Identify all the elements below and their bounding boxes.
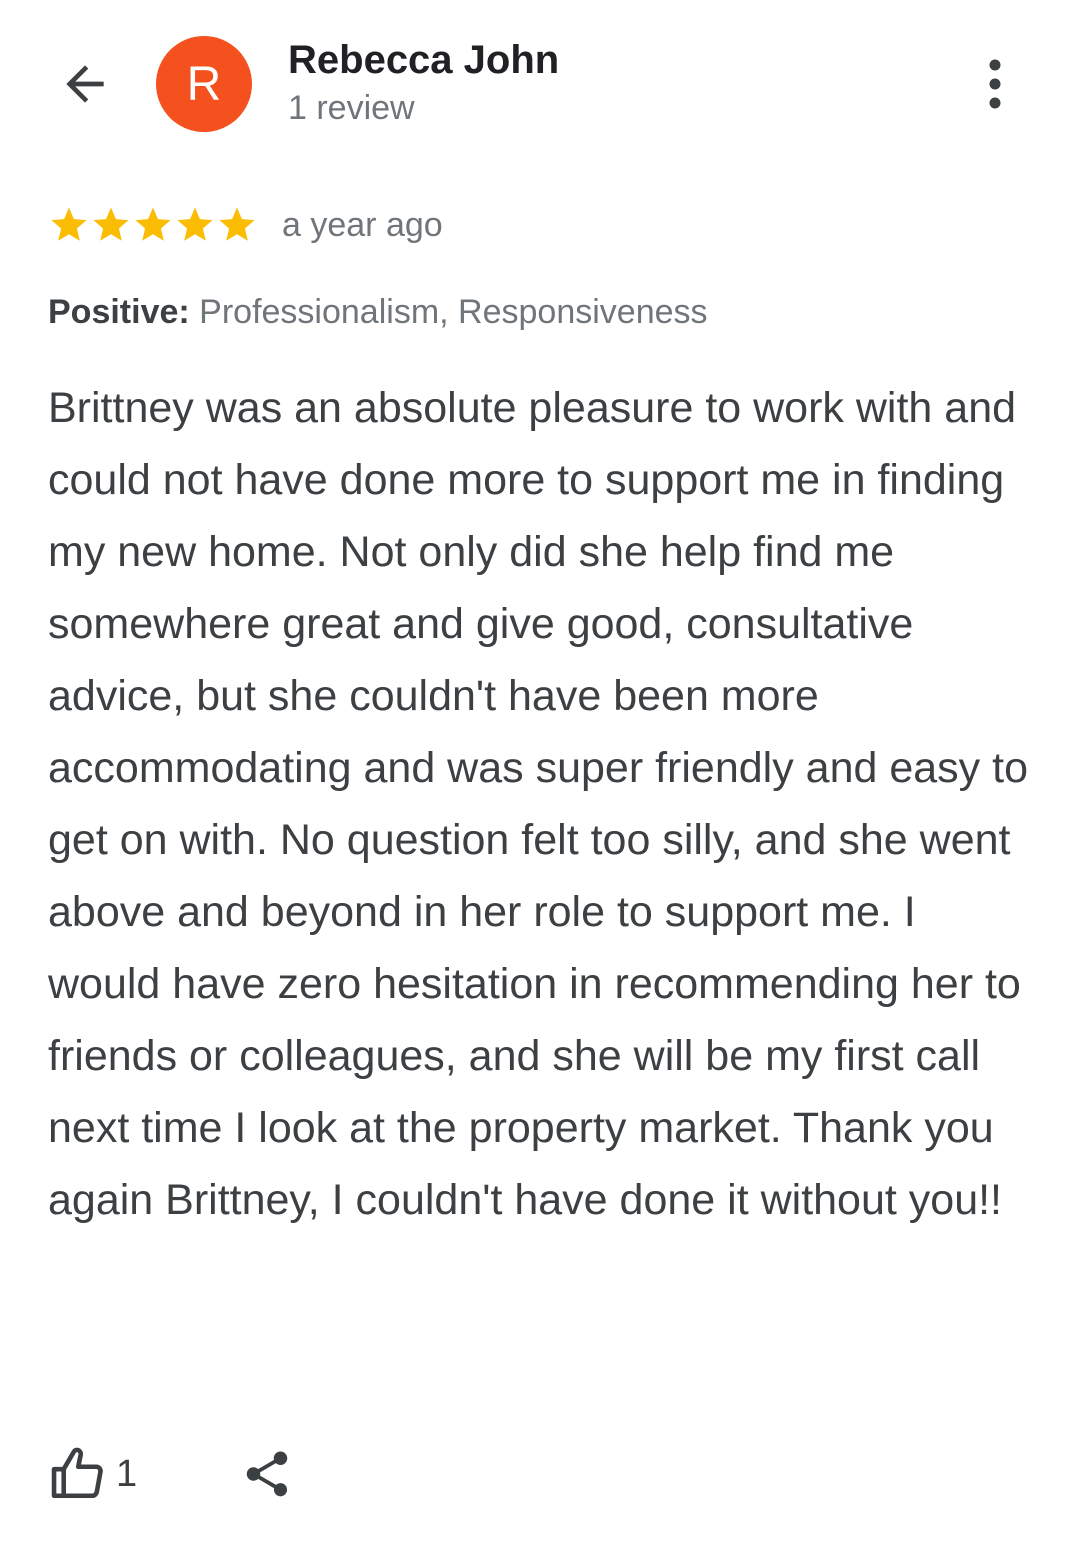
rating-row: a year ago: [48, 202, 443, 248]
star-rating: [48, 204, 258, 246]
positive-aspects: Positive: Professionalism, Responsivenes…: [48, 290, 708, 334]
review-count: 1 review: [288, 89, 415, 127]
positive-value: Professionalism, Responsiveness: [199, 293, 708, 331]
avatar[interactable]: R: [156, 36, 252, 132]
thumbs-up-icon: [51, 1447, 103, 1499]
star-icon: [51, 207, 87, 241]
review-actions: 1: [48, 1442, 297, 1506]
like-button[interactable]: 1: [48, 1445, 137, 1503]
star-icon: [177, 207, 213, 241]
star-icon: [93, 207, 129, 241]
arrow-left-icon: [66, 65, 104, 103]
share-icon: [246, 1451, 288, 1497]
review-time: a year ago: [282, 205, 443, 244]
reviewer-name[interactable]: Rebecca John: [288, 36, 559, 84]
avatar-letter: R: [186, 57, 222, 111]
review-text: Brittney was an absolute pleasure to wor…: [48, 384, 1028, 1224]
star-icon: [219, 207, 255, 241]
more-options-button[interactable]: [960, 52, 1030, 116]
positive-label: Positive:: [48, 293, 190, 331]
like-count: 1: [116, 1452, 138, 1495]
share-button[interactable]: [237, 1442, 297, 1506]
star-icon: [135, 207, 171, 241]
back-button[interactable]: [50, 52, 120, 116]
more-vertical-icon: [989, 59, 1001, 109]
review-header: R Rebecca John 1 review: [0, 0, 1080, 170]
